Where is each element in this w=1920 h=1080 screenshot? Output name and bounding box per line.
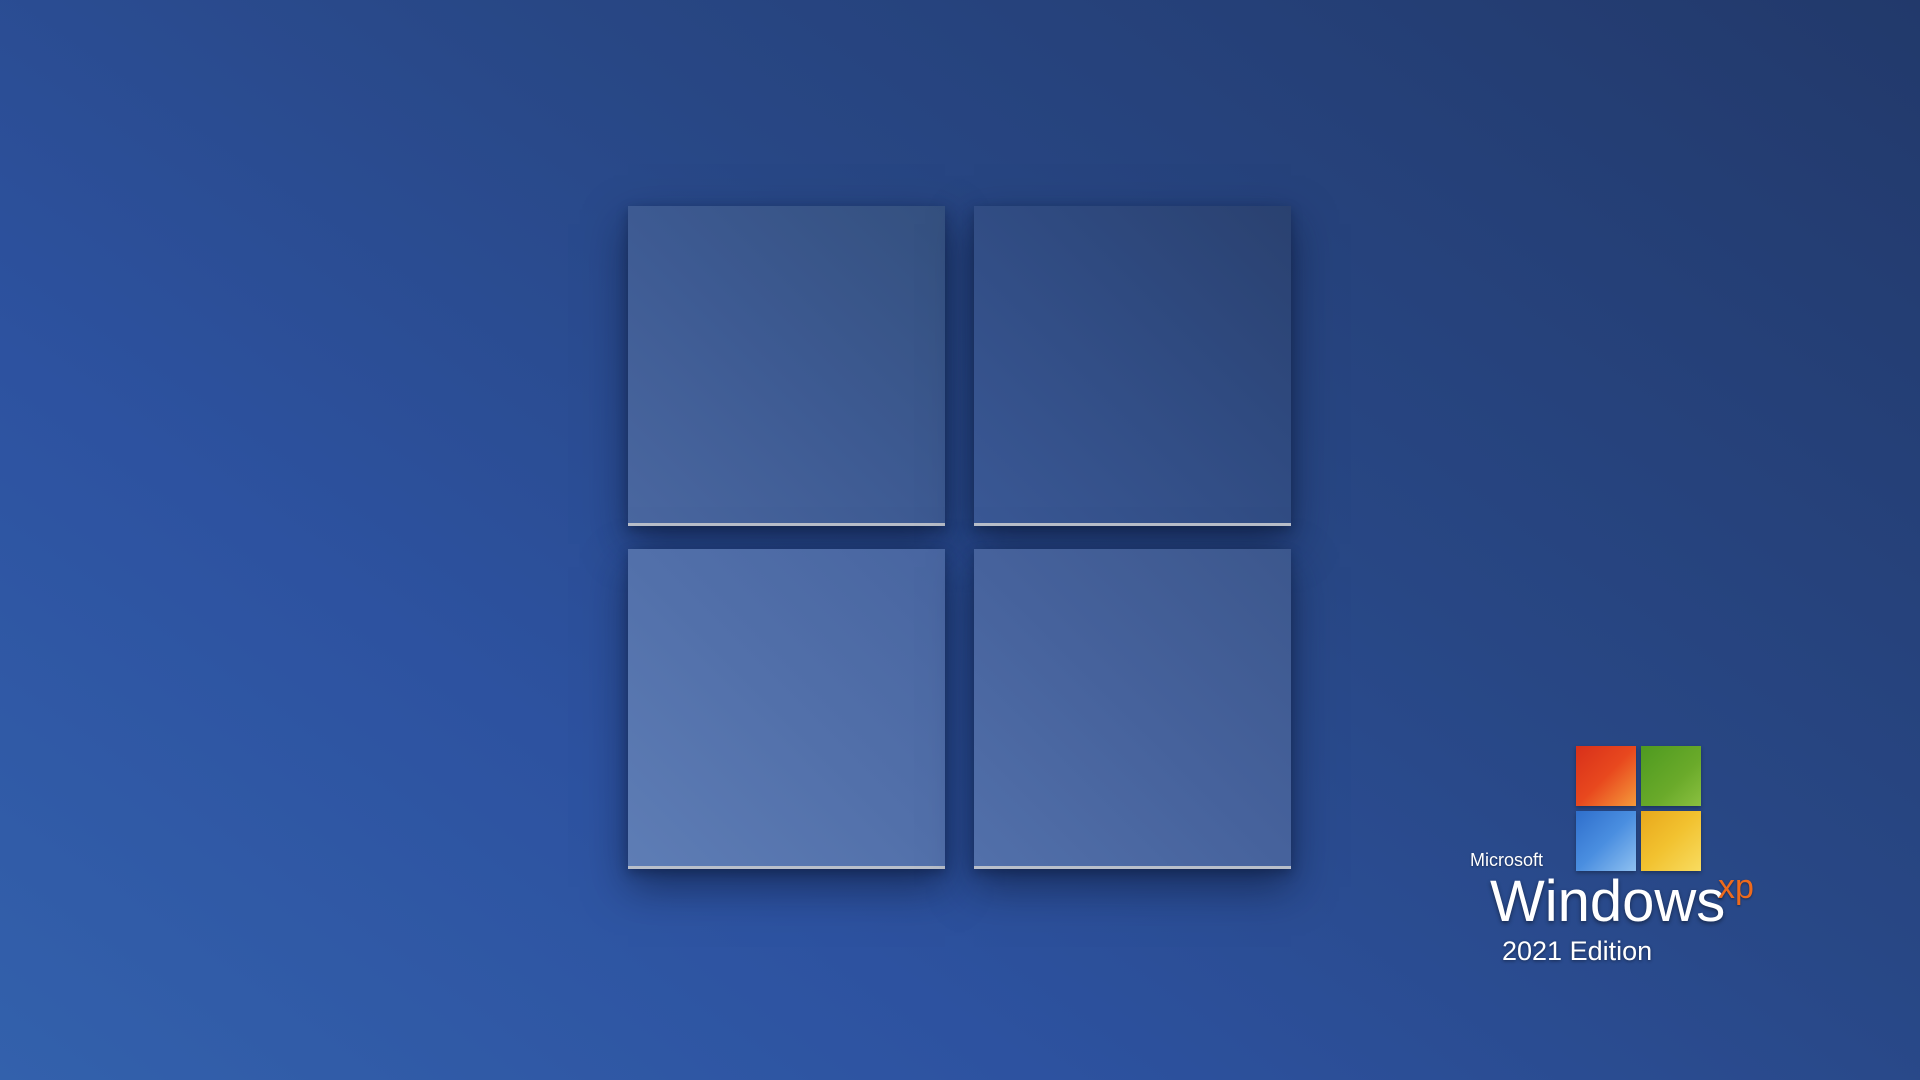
flag-green-quadrant <box>1641 746 1701 806</box>
windows-wordmark: Windows <box>1490 869 1726 934</box>
flag-blue-quadrant <box>1576 811 1636 871</box>
windows-xp-flag-icon <box>1576 746 1704 874</box>
xp-suffix: xp <box>1718 868 1754 906</box>
logo-pane-bottom-right <box>974 549 1291 869</box>
logo-pane-bottom-left <box>628 549 945 869</box>
flag-red-quadrant <box>1576 746 1636 806</box>
windows-11-logo-icon <box>628 206 1292 870</box>
logo-pane-top-left <box>628 206 945 526</box>
edition-label: 2021 Edition <box>1502 936 1653 966</box>
flag-yellow-quadrant <box>1641 811 1701 871</box>
windows-xp-branding: Microsoft Windows xp 2021 Edition <box>1460 740 1780 980</box>
desktop-wallpaper: Microsoft Windows xp 2021 Edition <box>0 0 1920 1080</box>
logo-pane-top-right <box>974 206 1291 526</box>
